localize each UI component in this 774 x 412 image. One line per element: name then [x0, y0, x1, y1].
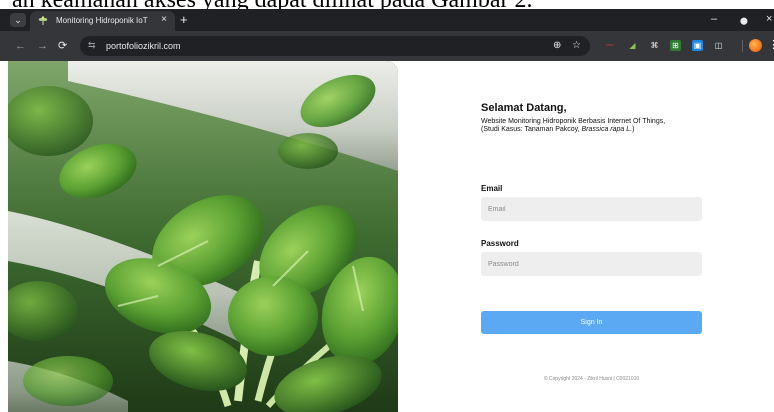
- extension-2-icon[interactable]: ◢: [627, 40, 638, 51]
- reload-icon[interactable]: ⟳: [58, 39, 67, 53]
- tab-search-chevron-icon[interactable]: ⌄: [10, 13, 26, 27]
- maximize-icon[interactable]: ⬤: [740, 15, 748, 28]
- extension-1-icon[interactable]: 〰: [604, 40, 615, 51]
- plant-favicon-icon: [38, 16, 48, 25]
- tab-title: Monitoring Hidroponik IoT: [56, 16, 148, 25]
- bookmark-star-icon[interactable]: ☆: [572, 40, 581, 51]
- email-label: Email: [481, 184, 503, 193]
- address-bar[interactable]: ⇆ portofoliozikril.com ⊕ ☆: [80, 36, 590, 56]
- hydroponic-plant-photo: [8, 61, 398, 412]
- welcome-heading: Selamat Datang,: [481, 102, 567, 114]
- password-label: Password: [481, 239, 519, 248]
- url-text[interactable]: portofoliozikril.com: [106, 41, 181, 51]
- subtitle-prefix: (Studi Kasus: Tanaman Pakcoy,: [481, 126, 582, 133]
- species-name: Brassica rapa L.: [581, 126, 633, 133]
- extension-3-icon[interactable]: ⌘: [649, 40, 660, 51]
- document-caption: an keamanan akses yang dapat dilihat pad…: [0, 0, 774, 9]
- subtitle-line: Website Monitoring Hidroponik Berbasis I…: [481, 118, 666, 125]
- email-field[interactable]: [481, 197, 702, 221]
- toolbar-separator: [742, 40, 743, 52]
- website-description: Website Monitoring Hidroponik Berbasis I…: [481, 118, 711, 134]
- new-tab-icon[interactable]: +: [180, 13, 188, 26]
- extension-5-icon[interactable]: ▣: [692, 40, 703, 51]
- browser-tab[interactable]: Monitoring Hidroponik IoT ×: [30, 11, 175, 31]
- zoom-icon[interactable]: ⊕: [553, 40, 561, 51]
- forward-icon[interactable]: →: [37, 39, 48, 53]
- menu-icon[interactable]: ⋮: [768, 38, 774, 51]
- sign-in-button[interactable]: Sign In: [481, 311, 702, 334]
- tab-strip: ⌄ Monitoring Hidroponik IoT × + – ⬤ ×: [0, 9, 774, 31]
- password-field[interactable]: [481, 252, 702, 276]
- profile-avatar[interactable]: [749, 39, 762, 52]
- login-panel: Selamat Datang, Website Monitoring Hidro…: [400, 61, 774, 412]
- copyright-text: © Copyright 2024 - Zikril Husni | C00210…: [543, 376, 640, 382]
- tab-close-icon[interactable]: ×: [161, 14, 167, 25]
- browser-chrome: ⌄ Monitoring Hidroponik IoT × + – ⬤ × ← …: [0, 9, 774, 61]
- subtitle-suffix: ): [632, 126, 635, 133]
- back-icon[interactable]: ←: [15, 39, 26, 53]
- extensions-puzzle-icon[interactable]: ◫: [713, 40, 724, 51]
- extension-4-icon[interactable]: ⊞: [670, 40, 681, 51]
- minimize-icon[interactable]: –: [711, 13, 717, 26]
- pakcoy-image: [8, 61, 398, 412]
- browser-toolbar: ← → ⟳ ⇆ portofoliozikril.com ⊕ ☆ 〰 ◢ ⌘ ⊞…: [0, 31, 774, 61]
- close-window-icon[interactable]: ×: [766, 13, 772, 26]
- site-info-icon[interactable]: ⇆: [88, 40, 96, 51]
